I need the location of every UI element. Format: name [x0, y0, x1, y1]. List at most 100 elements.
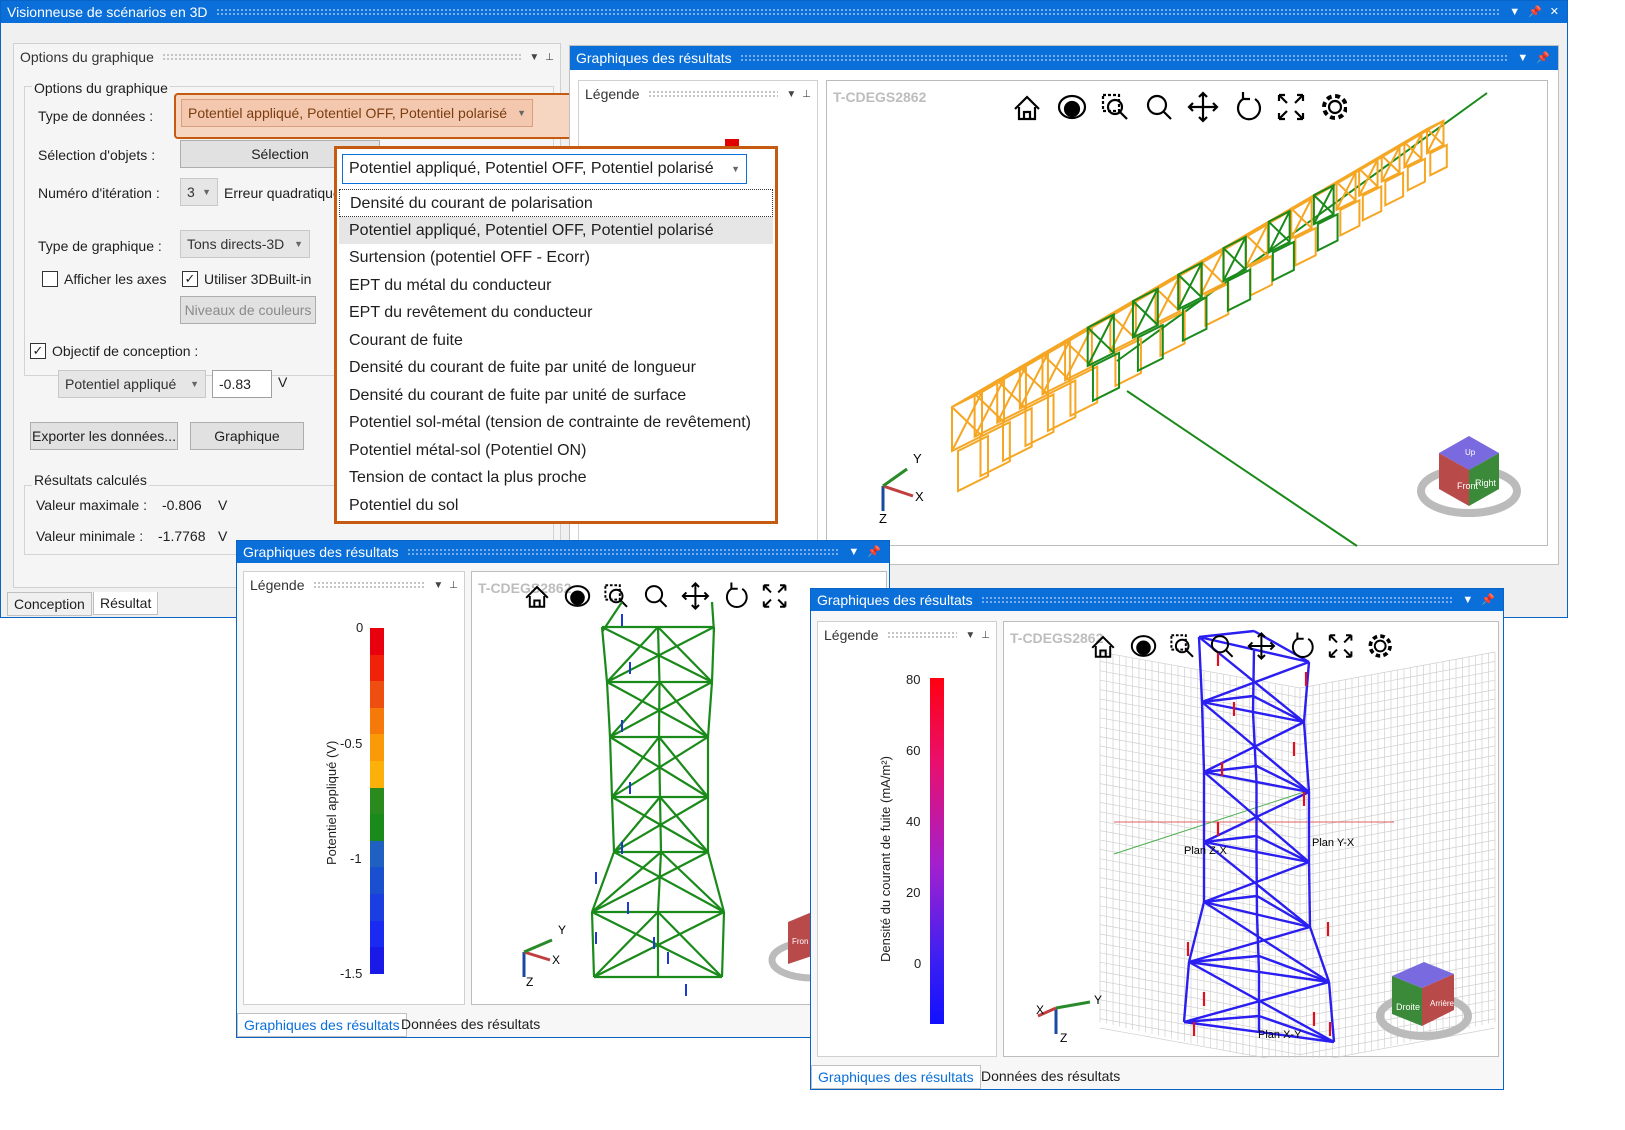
- win3-titlebar: Graphiques des résultats ▼ 📌: [811, 589, 1503, 611]
- iteration-select[interactable]: 3 ▼: [180, 178, 218, 206]
- min-unit: V: [218, 528, 228, 544]
- legend-pin-icon[interactable]: ⊥: [802, 89, 811, 100]
- pin-icon[interactable]: 📌: [1481, 589, 1495, 611]
- win2-scale-label: Potentiel appliqué (V): [324, 740, 339, 865]
- home-icon: [1091, 635, 1115, 658]
- win2-colorbar: [370, 628, 384, 974]
- win3-tick-2: 40: [906, 814, 921, 829]
- main-title: Visionneuse de scénarios en 3D: [7, 4, 208, 20]
- use3d-checkbox[interactable]: ✓: [182, 271, 198, 287]
- legend-grip: [312, 581, 426, 589]
- axis-z-label: Z: [1060, 1031, 1067, 1045]
- max-value: -0.806: [162, 497, 202, 513]
- legend-title: Légende: [585, 86, 640, 102]
- win2-tab-data[interactable]: Données des résultats: [395, 1013, 546, 1035]
- title-grip: [739, 54, 1510, 62]
- cube-top-label: Up: [1465, 448, 1476, 457]
- use3d-label: Utiliser 3DBuilt-in: [204, 271, 312, 287]
- chevron-down-icon: ▼: [731, 164, 740, 174]
- pin-icon[interactable]: 📌: [1536, 47, 1550, 69]
- graph-type-select[interactable]: Tons directs-3D ▼: [180, 230, 310, 258]
- dropdown-item[interactable]: Potentiel du sol: [339, 492, 773, 520]
- dropdown-item[interactable]: Densité du courant de fuite par unité de…: [339, 354, 773, 382]
- graph-button[interactable]: Graphique: [190, 422, 304, 450]
- win2-title: Graphiques des résultats: [243, 544, 399, 560]
- close-icon[interactable]: ✕: [1550, 1, 1559, 23]
- dropdown-icon[interactable]: ▼: [848, 541, 859, 563]
- win3-tab-graphs[interactable]: Graphiques des résultats: [811, 1065, 981, 1089]
- panel-grip: [161, 53, 522, 61]
- win3-3d-view[interactable]: T-CDEGS2862 Plan Z-X Plan Y-X Plan X-Y X…: [1003, 621, 1499, 1058]
- dropdown-item[interactable]: Courant de fuite: [339, 327, 773, 355]
- data-type-select[interactable]: Potentiel appliqué, Potentiel OFF, Poten…: [181, 99, 533, 127]
- panel-menu-icon[interactable]: ▼: [529, 52, 539, 63]
- max-value-label: Valeur maximale :: [36, 497, 148, 513]
- results-panel-title: Graphiques des résultats: [576, 50, 732, 66]
- dropdown-item[interactable]: Densité du courant de fuite par unité de…: [339, 382, 773, 410]
- win2-axis-triad: X Y Z: [522, 923, 566, 989]
- title-grip: [980, 596, 1455, 604]
- options-group-title: Options du graphique: [32, 80, 170, 96]
- blue-tower-render: Plan Z-X Plan Y-X Plan X-Y X Y Z Droite …: [1036, 629, 1496, 1058]
- pin-icon[interactable]: 📌: [1528, 1, 1542, 23]
- dropdown-item[interactable]: EPT du métal du conducteur: [339, 272, 773, 300]
- legend-menu-icon[interactable]: ▼: [965, 630, 975, 641]
- dropdown-item[interactable]: Potentiel métal-sol (Potentiel ON): [339, 437, 773, 465]
- gear-icon: [1368, 634, 1392, 658]
- tab-conception[interactable]: Conception: [7, 592, 92, 616]
- options-panel-header: Options du graphique ▼ ⊥: [14, 46, 560, 68]
- data-type-dropdown[interactable]: Potentiel appliqué, Potentiel OFF, Poten…: [334, 146, 778, 524]
- dropdown-icon[interactable]: ▼: [1509, 1, 1520, 23]
- design-goal-value-input[interactable]: -0.83: [212, 370, 272, 398]
- pin-icon[interactable]: 📌: [867, 541, 881, 563]
- results-window-2: Graphiques des résultats ▼ 📌 Légende ▼ ⊥…: [236, 540, 890, 1038]
- dropdown-item[interactable]: Densité du courant de polarisation: [339, 189, 773, 217]
- dropdown-item[interactable]: Surtension (potentiel OFF - Ecorr): [339, 244, 773, 272]
- panel-pin-icon[interactable]: ⊥: [545, 52, 554, 63]
- rotate-icon: [1291, 632, 1314, 658]
- dropdown-item[interactable]: Potentiel appliqué, Potentiel OFF, Poten…: [339, 216, 773, 244]
- cube-arriere-label: Arrière: [1430, 999, 1455, 1008]
- iteration-label: Numéro d'itération :: [38, 185, 160, 201]
- data-type-value: Potentiel appliqué, Potentiel OFF, Poten…: [188, 105, 508, 121]
- color-levels-button[interactable]: Niveaux de couleurs: [180, 296, 316, 324]
- dropdown-item[interactable]: Tension de contact la plus proche: [339, 464, 773, 492]
- win3-legend-title: Légende: [824, 627, 879, 643]
- win2-tab-graphs[interactable]: Graphiques des résultats: [237, 1013, 407, 1037]
- win2-legend-title: Légende: [250, 577, 305, 593]
- legend-menu-icon[interactable]: ▼: [433, 580, 443, 591]
- title-grip: [215, 8, 1502, 16]
- win3-view-cube[interactable]: Droite Arrière: [1376, 962, 1472, 1040]
- axis-z-label: Z: [526, 975, 533, 989]
- dropdown-item[interactable]: EPT du revêtement du conducteur: [339, 299, 773, 327]
- plane-yx-label: Plan Y-X: [1312, 837, 1355, 849]
- tab-resultat[interactable]: Résultat: [93, 592, 159, 615]
- dropdown-selected-combo[interactable]: Potentiel appliqué, Potentiel OFF, Poten…: [342, 154, 747, 184]
- cube-front-label: Fron: [792, 937, 808, 946]
- win2-tick-2: -1: [350, 851, 362, 866]
- graph-type-label: Type de graphique :: [38, 238, 162, 254]
- design-goal-type-select[interactable]: Potentiel appliqué ▼: [58, 370, 206, 398]
- legend-header: Légende ▼ ⊥: [579, 83, 817, 105]
- legend-pin-icon[interactable]: ⊥: [981, 630, 990, 641]
- win3-tab-data[interactable]: Données des résultats: [975, 1065, 1126, 1087]
- dropdown-item[interactable]: Potentiel sol-métal (tension de contrain…: [339, 409, 773, 437]
- dropdown-icon[interactable]: ▼: [1517, 47, 1528, 69]
- dropdown-list: Densité du courant de polarisation Poten…: [339, 189, 773, 519]
- legend-menu-icon[interactable]: ▼: [786, 89, 796, 100]
- chevron-down-icon: ▼: [202, 187, 211, 197]
- view-cube[interactable]: Front Right Up: [1417, 436, 1521, 517]
- chevron-down-icon: ▼: [517, 108, 526, 118]
- zoom-icon: [1210, 635, 1234, 658]
- data-type-label: Type de données :: [38, 108, 154, 124]
- export-data-button[interactable]: Exporter les données...: [30, 422, 178, 450]
- legend-pin-icon[interactable]: ⊥: [449, 580, 458, 591]
- main-3d-view[interactable]: T-CDEGS2862 X Y Z Front Right Up: [826, 80, 1548, 547]
- show-axes-checkbox[interactable]: [42, 271, 58, 287]
- dropdown-icon[interactable]: ▼: [1462, 589, 1473, 611]
- design-goal-checkbox[interactable]: ✓: [30, 343, 46, 359]
- axis-z-label: Z: [879, 511, 887, 526]
- legend-grip: [886, 631, 958, 639]
- plane-xy-label: Plan X-Y: [1258, 1029, 1302, 1041]
- win3-tick-3: 20: [906, 885, 921, 900]
